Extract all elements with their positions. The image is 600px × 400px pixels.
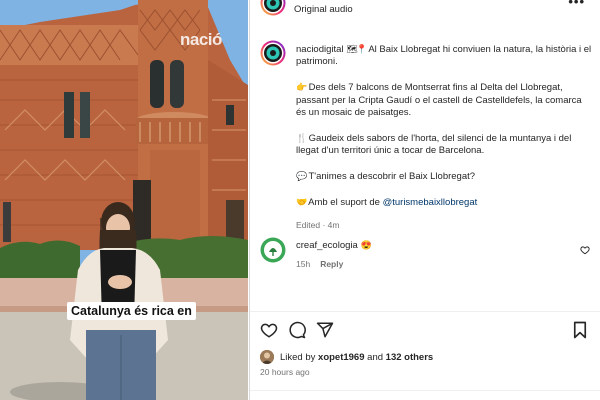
caption-support: Amb el suport de	[308, 196, 380, 208]
world-map-icon: 🗺	[346, 44, 358, 54]
liker-avatar-icon	[260, 350, 274, 364]
likes-and: and	[367, 352, 384, 363]
caption-meta: Edited · 4m	[296, 219, 340, 230]
pointing-hand-icon: 👉	[296, 82, 308, 93]
comment-text: creaf_ecologia 😍	[296, 240, 372, 251]
liker-username[interactable]: xopet1969	[318, 352, 364, 363]
comment-meta: 15h Reply	[296, 259, 343, 269]
post-details-panel: Original audio ••• naciodigital 🗺📍 Al Ba…	[249, 0, 600, 400]
action-bar	[260, 321, 590, 341]
author-avatar-icon[interactable]	[260, 40, 286, 66]
post-time: 20 hours ago	[260, 367, 310, 377]
actions-divider	[250, 311, 600, 312]
header-avatar-icon[interactable]	[260, 0, 286, 16]
like-icon[interactable]	[260, 321, 278, 339]
more-options-icon[interactable]: •••	[568, 0, 585, 9]
likes-others[interactable]: 132 others	[386, 352, 434, 363]
handshake-icon: 🤝	[296, 196, 308, 207]
caption-paragraph4: T'animes a descobrir el Baix Llobregat?	[308, 171, 476, 183]
caption-paragraph3: Gaudeix dels sabors de l'horta, del sile…	[296, 132, 572, 157]
reply-button[interactable]: Reply	[320, 259, 343, 269]
likes-prefix: Liked by	[280, 352, 316, 363]
caption-text: naciodigital 🗺📍 Al Baix Llobregat hi con…	[296, 43, 592, 231]
audio-label[interactable]: Original audio	[294, 4, 353, 15]
edited-time: 4m	[327, 219, 340, 230]
bottom-divider	[250, 390, 600, 391]
liker-avatar[interactable]	[260, 350, 274, 364]
video-player[interactable]: nació Catalunya és rica en	[0, 0, 248, 400]
video-frame	[0, 0, 248, 400]
fork-knife-icon: 🍴	[296, 132, 308, 143]
post-header: Original audio •••	[250, 0, 600, 18]
commenter-avatar-icon[interactable]	[260, 237, 286, 263]
comment-time: 15h	[296, 259, 311, 269]
video-subtitle: Catalunya és rica en	[67, 302, 196, 320]
likes-text: Liked by xopet1969 and 132 others	[280, 352, 433, 363]
save-icon[interactable]	[572, 321, 588, 339]
comment-icon[interactable]	[288, 321, 306, 339]
media-watermark: nació	[180, 30, 222, 49]
mention-link[interactable]: @turismebaixllobregat	[383, 197, 478, 208]
speech-bubble-icon: 💬	[296, 171, 308, 182]
share-icon[interactable]	[316, 321, 334, 339]
heart-eyes-icon: 😍	[360, 240, 372, 250]
pin-icon: 📍	[356, 44, 368, 54]
author-username[interactable]: naciodigital	[296, 44, 344, 55]
comment-like-icon[interactable]	[580, 245, 590, 255]
edited-label: Edited	[296, 219, 321, 230]
commenter-username[interactable]: creaf_ecologia	[296, 240, 358, 251]
caption-paragraph2: Des dels 7 balcons de Montserrat fins al…	[296, 82, 582, 119]
